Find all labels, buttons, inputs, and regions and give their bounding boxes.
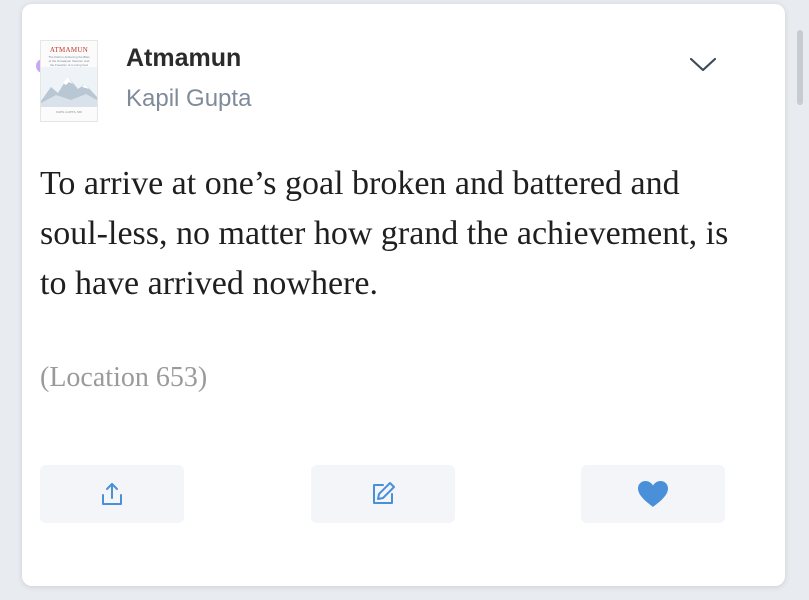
cover-title: ATMAMUN	[49, 46, 89, 54]
cover-author: KAPIL GUPTA, MD	[56, 110, 82, 114]
chevron-down-icon[interactable]	[688, 53, 718, 75]
cover-subtitle: The Path to Achieving the Bliss of the H…	[48, 55, 90, 67]
edit-button[interactable]	[311, 465, 455, 523]
heart-icon	[638, 481, 668, 507]
mountain-image	[41, 67, 97, 107]
highlight-location: (Location 653)	[40, 362, 208, 393]
like-button[interactable]	[581, 465, 725, 523]
book-cover[interactable]: ATMAMUN The Path to Achieving the Bliss …	[40, 40, 98, 122]
scrollbar[interactable]	[797, 30, 803, 105]
share-button[interactable]	[40, 465, 184, 523]
book-title: Atmamun	[126, 44, 242, 72]
book-author: Kapil Gupta	[126, 85, 252, 112]
highlight-text: To arrive at one’s goal broken and batte…	[40, 165, 729, 302]
share-icon	[102, 483, 122, 505]
edit-icon	[373, 482, 395, 504]
